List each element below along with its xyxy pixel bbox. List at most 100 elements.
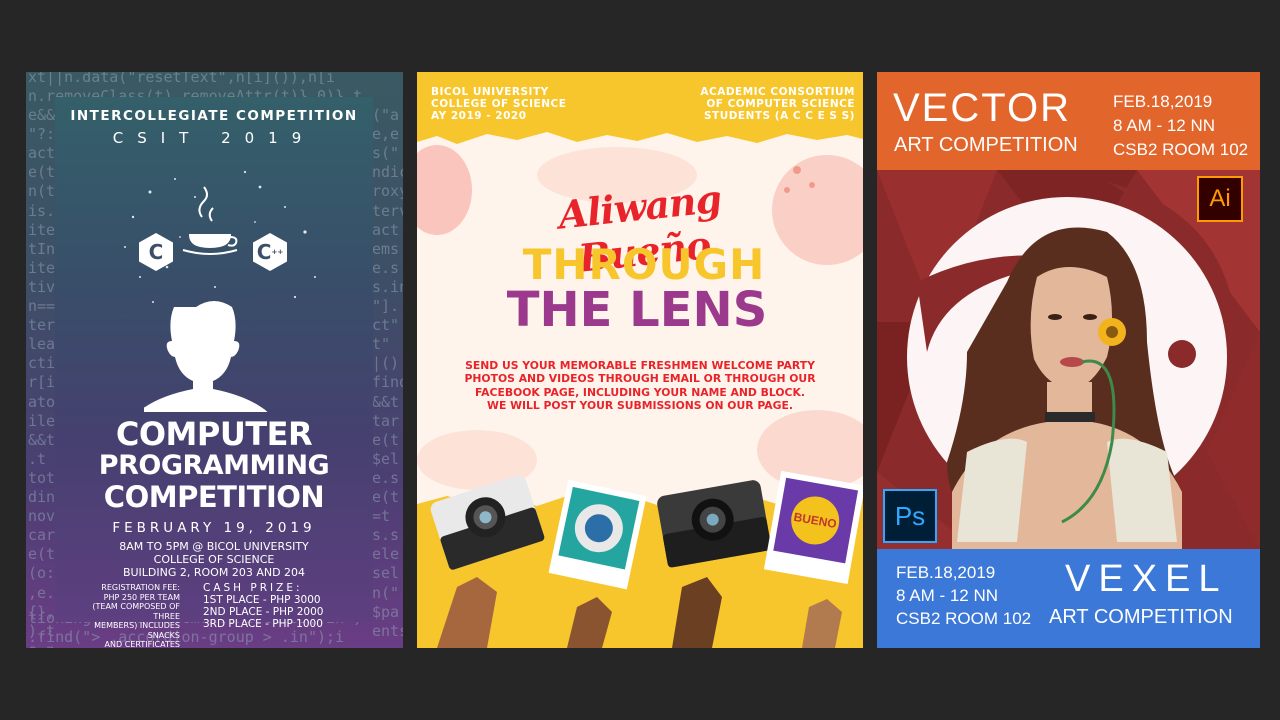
code-line: ter (28, 316, 56, 335)
code-line: nov (28, 507, 56, 526)
body-line: FACEBOOK PAGE, INCLUDING YOUR NAME AND B… (475, 385, 805, 399)
code-line: car (28, 526, 56, 545)
poster1-venue-line3: BUILDING 2, ROOM 203 AND 204 (122, 566, 306, 579)
reg-line: AND CERTIFICATES (104, 640, 180, 648)
poster2-body: SEND US YOUR MEMORABLE FRESHMEN WELCOME … (417, 359, 863, 412)
poster1-title-line3: COMPETITION (103, 480, 325, 514)
top-date: FEB.18,2019 (1113, 92, 1213, 111)
head-silhouette-icon (144, 301, 268, 412)
reg-line: (TEAM COMPOSED OF THREE (92, 602, 180, 621)
code-line: |() (372, 354, 400, 373)
code-line: e&& (28, 106, 56, 124)
poster1-venue-line2: COLLEGE OF SCIENCE (153, 553, 275, 566)
code-line: e.s (372, 468, 400, 487)
poster1-header: INTERCOLLEGIATE COMPETITION (70, 108, 358, 124)
code-line: ato (28, 392, 56, 411)
bottom-date: FEB.18,2019 (896, 563, 996, 582)
code-line: ndic (372, 163, 403, 182)
reg-line: REGISTRATION FEE: (101, 583, 180, 592)
body-line: SEND US YOUR MEMORABLE FRESHMEN WELCOME … (465, 359, 815, 372)
code-line: tot (28, 468, 56, 487)
bottom-time: 8 AM - 12 NN (896, 586, 999, 605)
code-line: find (372, 373, 403, 392)
left-header-line: AY 2019 - 2020 (431, 110, 527, 122)
code-line: &&t (28, 430, 56, 449)
prize-line: 3RD PLACE - PHP 1000 (203, 618, 323, 630)
poster-vector-vexel: VECTOR ART COMPETITION FEB.18,2019 8 AM … (877, 72, 1260, 648)
code-line: e,e (372, 125, 400, 144)
bottom-room: CSB2 ROOM 102 (896, 609, 1032, 628)
code-line: terv (372, 201, 403, 220)
vector-title: VECTOR (893, 86, 1071, 130)
code-line: $el (372, 449, 400, 468)
code-line: e(t (28, 163, 56, 182)
code-line: n== (28, 297, 56, 315)
code-line: =t (372, 507, 391, 526)
code-line: tIn (28, 239, 56, 258)
code-line: cti (28, 354, 56, 373)
poster-card: C C ++ INTERCOLLEGIATE COMPETITION CSIT … (55, 97, 373, 648)
code-line: &&t (372, 392, 400, 411)
code-line: roxy (372, 182, 403, 201)
code-line: .t (28, 449, 47, 468)
code-line: e(t (372, 430, 400, 449)
poster2-right-header: ACADEMIC CONSORTIUM OF COMPUTER SCIENCE … (700, 86, 855, 122)
poster-through-the-lens: BICOL UNIVERSITY COLLEGE OF SCIENCE AY 2… (417, 72, 863, 648)
code-line: ents (372, 621, 403, 640)
code-line: ile (28, 411, 56, 430)
prize-line: 2ND PLACE - PHP 2000 (203, 606, 324, 618)
poster2-left-header: BICOL UNIVERSITY COLLEGE OF SCIENCE AY 2… (431, 86, 566, 122)
poster-programming-competition: xt||n.data("resetText",n[i]()),n[i n.rem… (26, 72, 403, 648)
c-logo-letter: C (148, 240, 164, 264)
code-line: tiv (28, 277, 56, 296)
code-line: ct" (372, 316, 400, 335)
code-line: act (28, 144, 56, 163)
code-line: n(" (372, 583, 400, 602)
reg-line: PHP 250 PER TEAM (103, 592, 180, 602)
code-line: t" (372, 335, 391, 354)
code-line: ele (372, 545, 400, 564)
poster1-venue-line1: 8AM TO 5PM @ BICOL UNIVERSITY (119, 540, 309, 553)
ps-badge-label: Ps (894, 500, 926, 531)
title-the-lens: THE LENS (506, 282, 768, 338)
body-line: WE WILL POST YOUR SUBMISSIONS ON OUR PAG… (487, 398, 793, 412)
cpp-logo-letter: C (256, 240, 272, 264)
code-line: act (372, 220, 400, 239)
code-line: s(" (372, 144, 400, 163)
code-line: s.s (372, 526, 400, 545)
code-line: ite (28, 220, 56, 239)
right-header-line: OF COMPUTER SCIENCE (706, 98, 855, 110)
code-line: n(t (28, 182, 56, 201)
cameras-and-photos: BUENO (430, 470, 863, 648)
poster1-title-line1: COMPUTER (115, 415, 313, 453)
code-line: $pa (372, 602, 400, 621)
right-header-line: STUDENTS (A C C E S S) (703, 110, 855, 122)
code-line: "?: (28, 125, 56, 144)
code-line: ,e. (28, 583, 56, 602)
code-line: ems (372, 239, 400, 258)
code-line: ite (28, 258, 56, 277)
illustrator-icon: Ai (1197, 176, 1243, 222)
code-line: din (28, 488, 56, 506)
vector-subtitle: ART COMPETITION (894, 134, 1078, 156)
code-line: e(t (28, 545, 56, 564)
top-room: CSB2 ROOM 102 (1113, 140, 1249, 159)
poster1-subheader: CSIT 2019 (112, 129, 316, 147)
left-header-line: BICOL UNIVERSITY (431, 86, 549, 98)
code-line: ("a (372, 106, 400, 124)
poster1-title-line2: PROGRAMMING (98, 450, 330, 481)
prize-line: 1ST PLACE - PHP 3000 (203, 594, 321, 606)
code-line: xt||n.data("resetText",n[i]()),n[i (28, 72, 336, 86)
code-line: e(t (372, 488, 400, 506)
code-line: s.in (372, 277, 403, 296)
right-header-line: ACADEMIC CONSORTIUM (700, 86, 855, 98)
registration-info: REGISTRATION FEE: PHP 250 PER TEAM (TEAM… (65, 583, 180, 648)
reg-line: MEMBERS) INCLUDES SNACKS (94, 621, 180, 640)
vexel-subtitle: ART COMPETITION (1049, 606, 1233, 628)
code-line: (o: (28, 564, 56, 583)
code-line: is. (28, 201, 56, 220)
cash-prize-info: CASH PRIZE: 1ST PLACE - PHP 3000 2ND PLA… (203, 582, 368, 630)
code-line: r[i (28, 373, 56, 392)
poster1-date: FEBRUARY 19, 2019 (112, 520, 316, 536)
body-line: PHOTOS AND VIDEOS THROUGH EMAIL OR THROU… (464, 372, 816, 386)
